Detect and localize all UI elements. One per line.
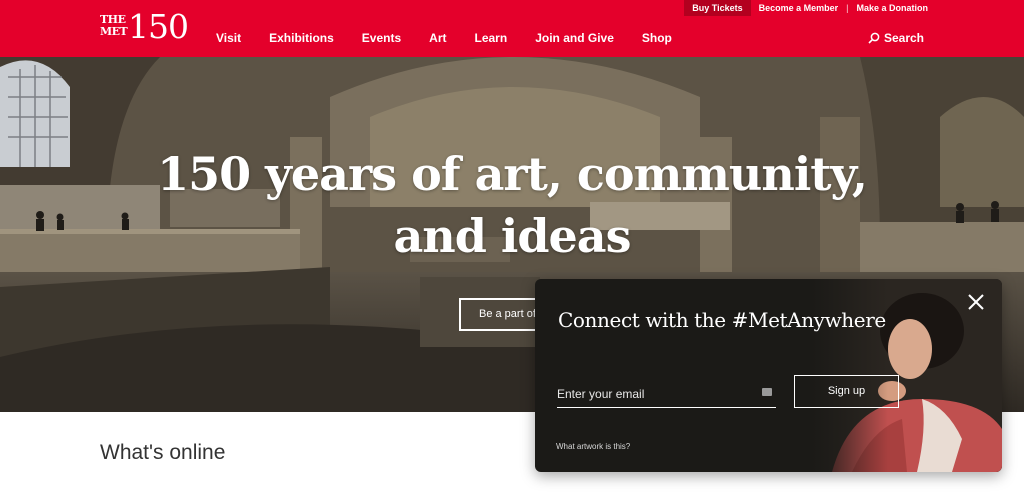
nav-item-events[interactable]: Events: [362, 31, 401, 45]
nav-item-visit[interactable]: Visit: [216, 31, 241, 45]
utility-separator: |: [846, 3, 849, 13]
logo-the: THE: [100, 13, 126, 26]
main-nav: Visit Exhibitions Events Art Learn Join …: [216, 31, 672, 45]
nav-item-learn[interactable]: Learn: [475, 31, 508, 45]
artwork-info-link[interactable]: What artwork is this?: [556, 442, 630, 451]
search-label: Search: [883, 31, 924, 45]
logo-150: 150: [128, 7, 189, 46]
nav-item-join-and-give[interactable]: Join and Give: [535, 31, 614, 45]
logo-met: MET: [100, 25, 128, 38]
nav-item-art[interactable]: Art: [429, 31, 446, 45]
nav-item-shop[interactable]: Shop: [642, 31, 672, 45]
popup-title: Connect with the #MetAnywhere: [558, 308, 886, 332]
site-header: Buy Tickets Become a Member | Make a Don…: [0, 0, 1024, 57]
newsletter-popup: Connect with the #MetAnywhere Sign up Wh…: [535, 279, 1002, 472]
email-field-wrapper: [557, 382, 776, 408]
nav-item-exhibitions[interactable]: Exhibitions: [269, 31, 334, 45]
close-icon[interactable]: [966, 292, 986, 312]
sign-up-button[interactable]: Sign up: [794, 375, 899, 408]
hero-title-line2: and ideas: [393, 209, 631, 263]
whats-online-heading: What's online: [100, 441, 226, 464]
buy-tickets-link[interactable]: Buy Tickets: [684, 0, 751, 16]
search-button[interactable]: Search: [868, 31, 924, 45]
become-member-link[interactable]: Become a Member: [751, 0, 847, 16]
hero-title: 150 years of art, community, and ideas: [0, 143, 1024, 267]
hero-title-line1: 150 years of art, community,: [157, 147, 868, 201]
make-donation-link[interactable]: Make a Donation: [848, 0, 936, 16]
autofill-key-icon[interactable]: [762, 388, 772, 396]
search-icon: [868, 32, 880, 44]
email-input[interactable]: [557, 382, 757, 406]
utility-nav: Buy Tickets Become a Member | Make a Don…: [684, 0, 936, 16]
met-150-logo[interactable]: THE MET 150: [100, 7, 190, 46]
